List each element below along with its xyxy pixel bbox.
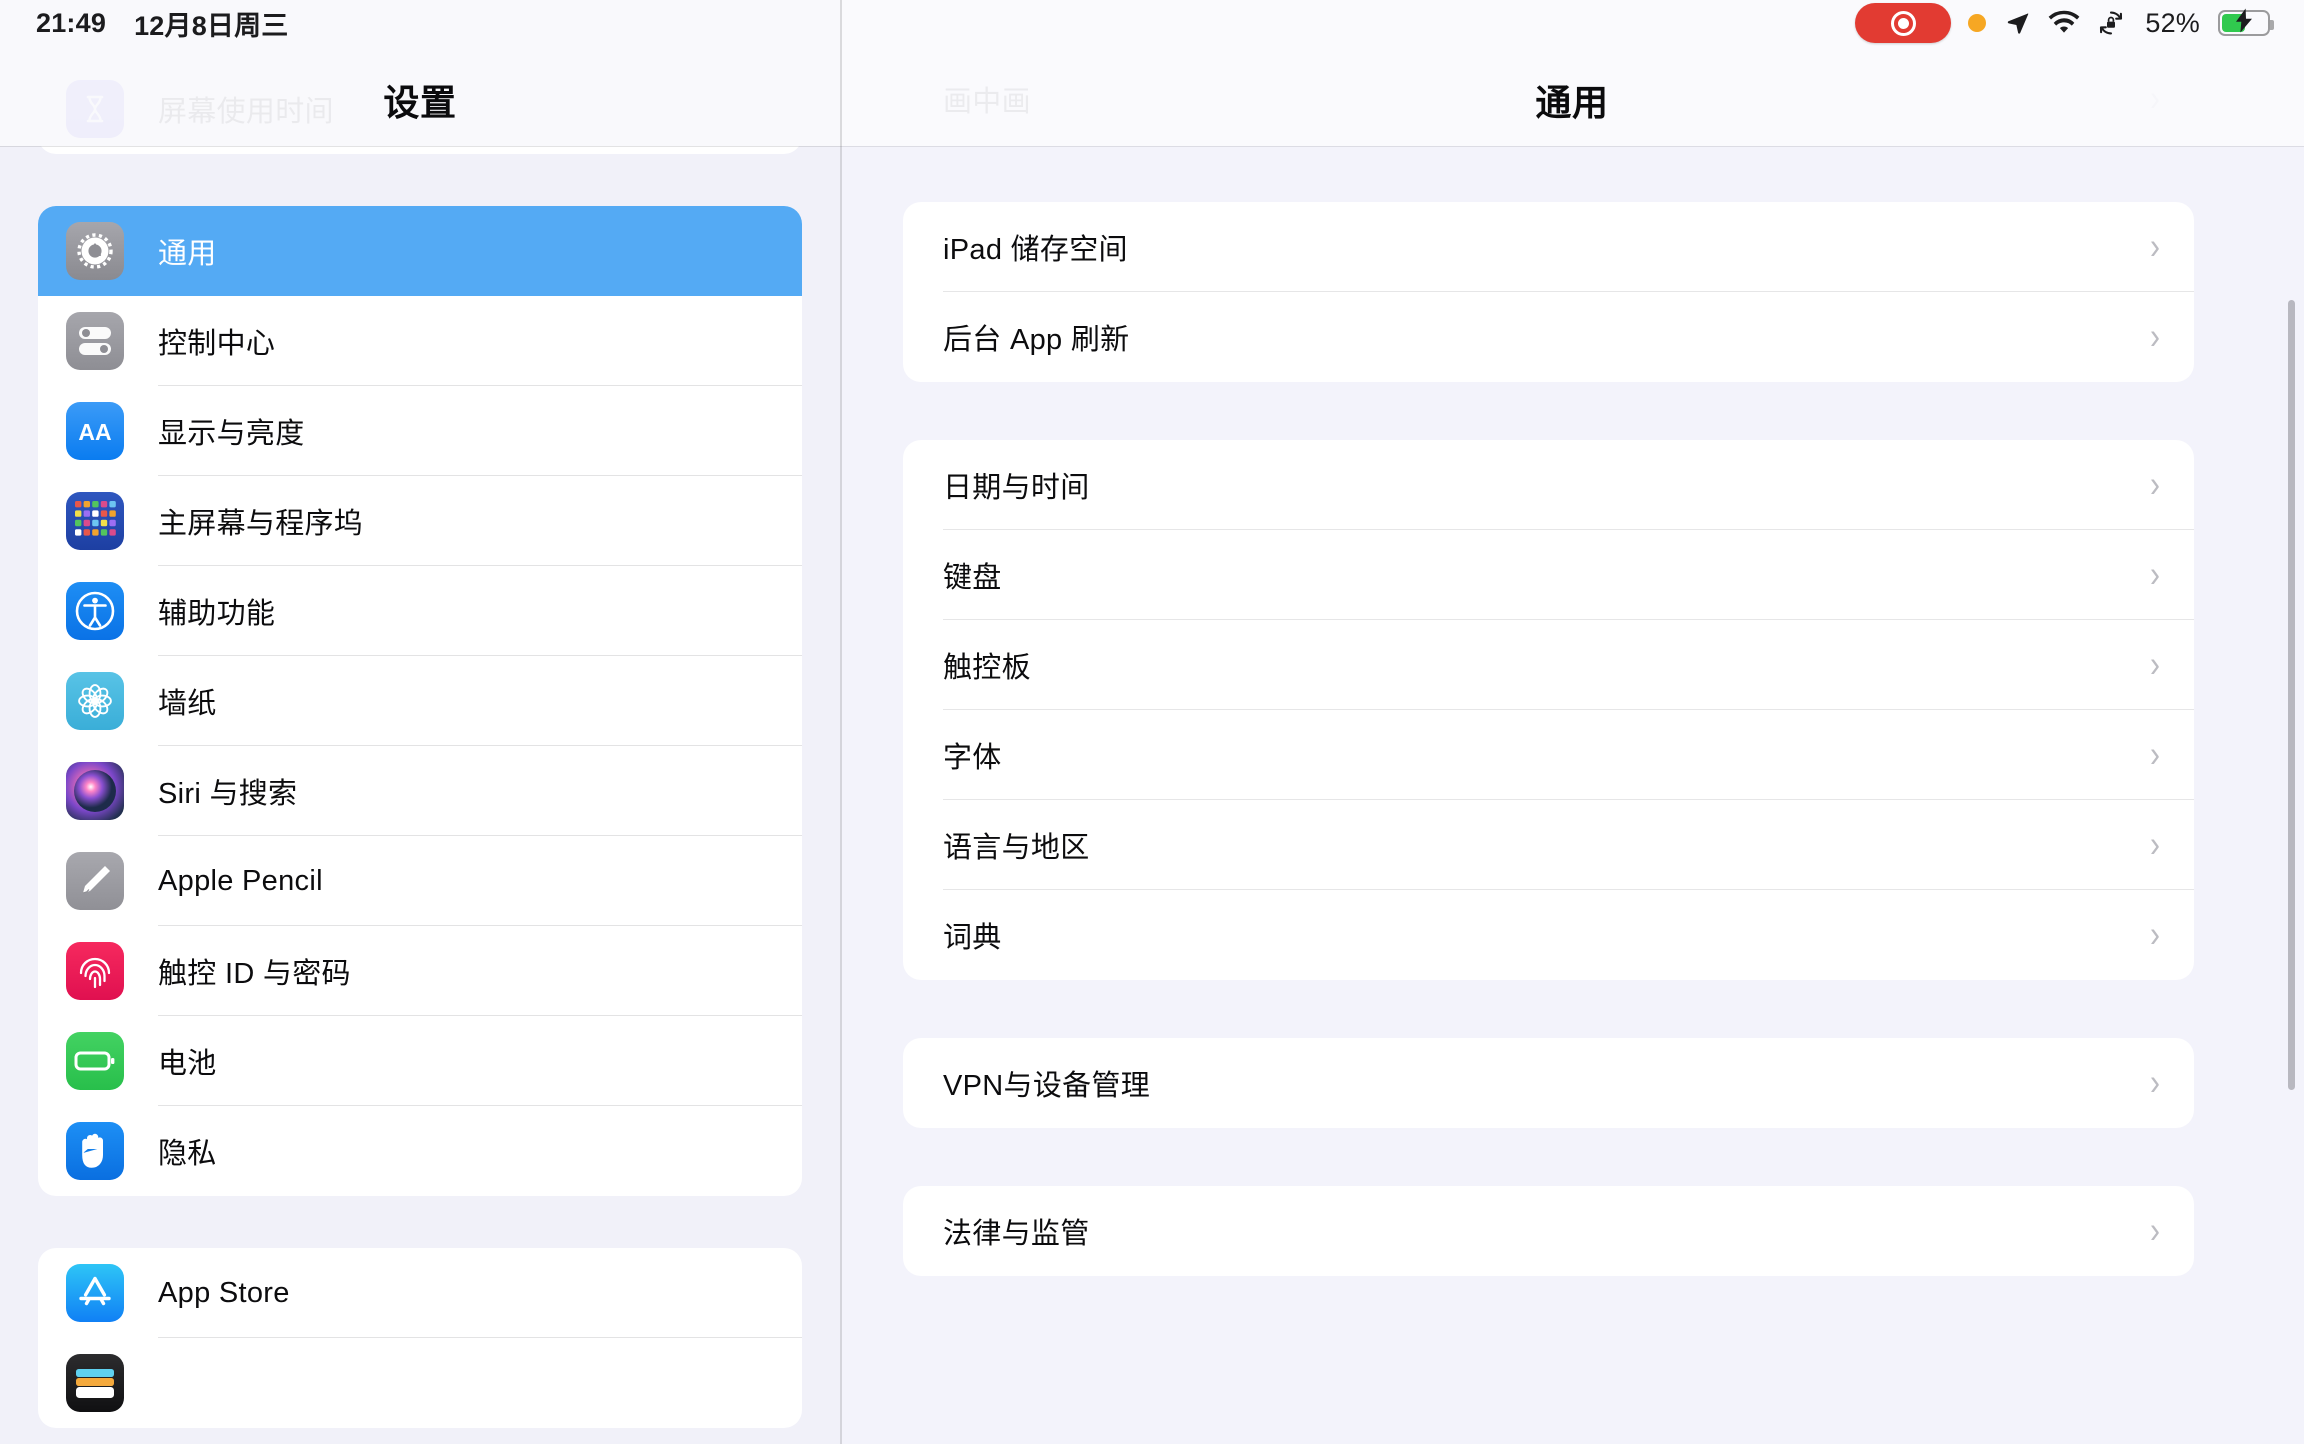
- sidebar-group: 通用控制中心 AA 显示与亮度主屏幕与程序坞 辅助功能墙纸 Siri 与搜索 Apple …: [38, 206, 802, 1196]
- detail-item-vpn与设备管理[interactable]: VPN与设备管理 ›: [903, 1038, 2194, 1128]
- detail-item-label: 日期与时间: [943, 472, 1090, 504]
- detail-item-后台-app-刷新[interactable]: 后台 App 刷新 ›: [903, 292, 2194, 382]
- detail-navbar: 通用: [840, 0, 2304, 146]
- gear-icon: [66, 222, 124, 280]
- chevron-right-icon: ›: [2150, 823, 2160, 865]
- detail-group: 法律与监管 ›: [903, 1186, 2194, 1276]
- panel-divider: [840, 0, 842, 1444]
- chevron-right-icon: ›: [2150, 463, 2160, 505]
- hand-icon: [66, 1122, 124, 1180]
- detail-item-label: 键盘: [943, 562, 1002, 594]
- detail-group-gap: [841, 1128, 2304, 1186]
- settings-sidebar: 屏幕使用时间通用控制中心AA显示与亮度主屏幕与程序坞辅助功能墙纸Siri 与搜索…: [0, 0, 840, 1444]
- detail-group: iPad 储存空间 › 后台 App 刷新 ›: [903, 202, 2194, 382]
- battery-icon: [66, 1032, 124, 1090]
- detail-item-日期与时间[interactable]: 日期与时间 ›: [903, 440, 2194, 530]
- app-grid-icon: [66, 492, 124, 550]
- sidebar-item-label: 隐私: [158, 1138, 217, 1170]
- detail-item-label: 法律与监管: [943, 1218, 1090, 1250]
- detail-group-gap: [841, 980, 2304, 1038]
- sidebar-navbar-hairline: [0, 146, 840, 147]
- chevron-right-icon: ›: [2150, 643, 2160, 685]
- chevron-right-icon: ›: [2150, 1209, 2160, 1251]
- sidebar-item-电池[interactable]: 电池: [38, 1016, 802, 1106]
- sidebar-item-label: Siri 与搜索: [158, 778, 298, 810]
- sidebar-item-辅助功能[interactable]: 辅助功能: [38, 566, 802, 656]
- sidebar-item-app-store[interactable]: App Store: [38, 1248, 802, 1338]
- detail-item-label: 字体: [943, 742, 1002, 774]
- detail-item-label: 词典: [943, 922, 1002, 954]
- chevron-right-icon: ›: [2150, 1061, 2160, 1103]
- sidebar-item-label: 触控 ID 与密码: [158, 958, 351, 990]
- sidebar-title: 设置: [383, 82, 457, 123]
- sidebar-item-label: Apple Pencil: [158, 864, 323, 897]
- chevron-right-icon: ›: [2150, 553, 2160, 595]
- general-detail-panel: 画中画›iPad 储存空间›后台 App 刷新›日期与时间›键盘›触控板›字体›…: [841, 0, 2304, 1444]
- detail-group: VPN与设备管理 ›: [903, 1038, 2194, 1128]
- chevron-right-icon: ›: [2150, 733, 2160, 775]
- detail-group-gap: [841, 382, 2304, 440]
- detail-item-label: VPN与设备管理: [943, 1070, 1151, 1102]
- detail-item-触控板[interactable]: 触控板 ›: [903, 620, 2194, 710]
- detail-item-语言与地区[interactable]: 语言与地区 ›: [903, 800, 2194, 890]
- sidebar-item-触控-id-与密码[interactable]: 触控 ID 与密码: [38, 926, 802, 1016]
- detail-item-键盘[interactable]: 键盘 ›: [903, 530, 2194, 620]
- sidebar-item-label: 墙纸: [158, 688, 217, 720]
- app-store-icon: [66, 1264, 124, 1322]
- sidebar-group: App Store: [38, 1248, 802, 1428]
- sidebar-scroll-area[interactable]: 屏幕使用时间通用控制中心AA显示与亮度主屏幕与程序坞辅助功能墙纸Siri 与搜索…: [0, 0, 840, 1428]
- sidebar-item-label: 控制中心: [158, 328, 276, 360]
- accessibility-icon: [66, 582, 124, 640]
- sidebar-item-label: 辅助功能: [158, 598, 276, 630]
- detail-item-ipad-储存空间[interactable]: iPad 储存空间 ›: [903, 202, 2194, 292]
- sidebar-item-显示与亮度[interactable]: AA 显示与亮度: [38, 386, 802, 476]
- detail-navbar-hairline: [840, 146, 2304, 147]
- sidebar-item-通用[interactable]: 通用: [38, 206, 802, 296]
- sidebar-item-主屏幕与程序坞[interactable]: 主屏幕与程序坞: [38, 476, 802, 566]
- detail-group-gap: [841, 144, 2304, 202]
- fingerprint-icon: [66, 942, 124, 1000]
- detail-item-法律与监管[interactable]: 法律与监管 ›: [903, 1186, 2194, 1276]
- detail-group: 日期与时间 › 键盘 › 触控板 › 字体 › 语言与地区 › 词典 ›: [903, 440, 2194, 980]
- sidebar-item-label: 主屏幕与程序坞: [158, 508, 364, 540]
- sidebar-item-墙纸[interactable]: 墙纸: [38, 656, 802, 746]
- sidebar-item-label: App Store: [158, 1276, 290, 1309]
- pencil-icon: [66, 852, 124, 910]
- sidebar-navbar: 设置: [0, 0, 840, 146]
- sidebar-item-apple-pencil[interactable]: Apple Pencil: [38, 836, 802, 926]
- detail-item-label: 语言与地区: [943, 832, 1090, 864]
- detail-item-label: iPad 储存空间: [943, 234, 1128, 266]
- toggles-icon: [66, 312, 124, 370]
- aa-icon: AA: [66, 402, 124, 460]
- ipad-settings-screen: 屏幕使用时间通用控制中心AA显示与亮度主屏幕与程序坞辅助功能墙纸Siri 与搜索…: [0, 0, 2304, 1444]
- detail-item-label: 后台 App 刷新: [943, 324, 1130, 356]
- sidebar-item-隐私[interactable]: 隐私: [38, 1106, 802, 1196]
- detail-title: 通用: [1535, 82, 1609, 123]
- detail-item-词典[interactable]: 词典 ›: [903, 890, 2194, 980]
- chevron-right-icon: ›: [2150, 315, 2160, 357]
- chevron-right-icon: ›: [2150, 225, 2160, 267]
- svg-text:AA: AA: [78, 419, 111, 445]
- sidebar-item-控制中心[interactable]: 控制中心: [38, 296, 802, 386]
- sidebar-item-label: 通用: [158, 238, 217, 270]
- siri-orb-icon: [66, 762, 124, 820]
- detail-item-label: 触控板: [943, 652, 1031, 684]
- detail-scroll-area[interactable]: 画中画›iPad 储存空间›后台 App 刷新›日期与时间›键盘›触控板›字体›…: [841, 0, 2304, 1276]
- sidebar-item-siri-与搜索[interactable]: Siri 与搜索: [38, 746, 802, 836]
- detail-item-字体[interactable]: 字体 ›: [903, 710, 2194, 800]
- sidebar-item-label: 电池: [158, 1048, 217, 1080]
- sidebar-item-label: 显示与亮度: [158, 418, 305, 450]
- sidebar-item-wallet-icon[interactable]: [38, 1338, 802, 1428]
- wallet-icon: [66, 1354, 124, 1412]
- chevron-right-icon: ›: [2150, 913, 2160, 955]
- flower-icon: [66, 672, 124, 730]
- detail-scrollbar[interactable]: [2288, 300, 2295, 1090]
